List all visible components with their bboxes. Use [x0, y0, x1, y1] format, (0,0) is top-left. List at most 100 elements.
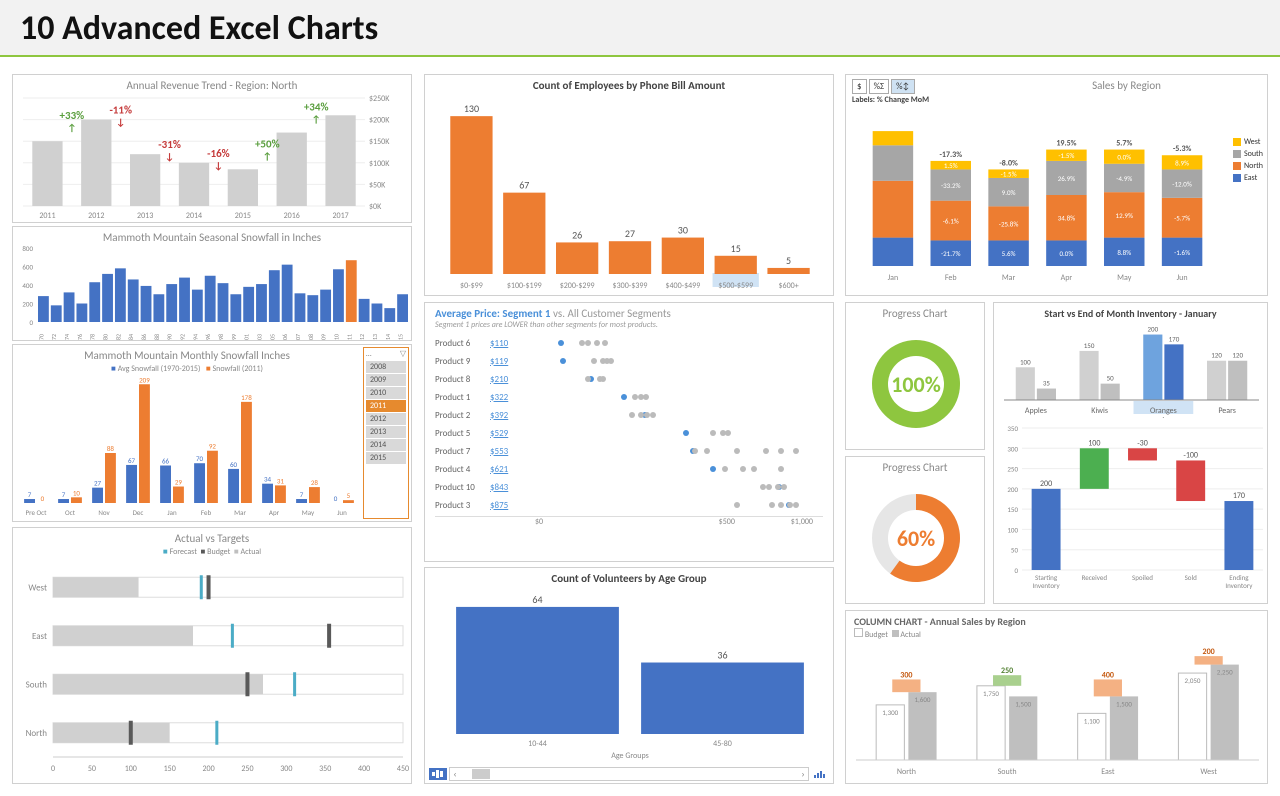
- segment-value[interactable]: $875: [490, 500, 525, 511]
- svg-text:36: 36: [717, 649, 727, 662]
- chart-contract-icon[interactable]: [429, 768, 447, 780]
- svg-text:9.0%: 9.0%: [1002, 188, 1016, 197]
- svg-text:-30: -30: [1137, 438, 1148, 448]
- svg-text:150: 150: [1007, 505, 1018, 514]
- svg-text:1994: 1994: [191, 334, 199, 341]
- svg-text:8.9%: 8.9%: [1175, 158, 1189, 167]
- chart-title: Mammoth Mountain Monthly Snowfall Inches: [13, 349, 361, 362]
- svg-text:45-80: 45-80: [713, 739, 732, 749]
- svg-text:Sold: Sold: [1185, 573, 1198, 582]
- svg-text:Dec: Dec: [133, 508, 144, 517]
- svg-text:$0K: $0K: [369, 202, 382, 212]
- chart-expand-icon[interactable]: [811, 768, 829, 780]
- svg-text:Oct: Oct: [65, 508, 76, 517]
- svg-text:100: 100: [1088, 438, 1100, 448]
- svg-text:Jan: Jan: [167, 508, 177, 517]
- svg-text:250: 250: [1007, 465, 1018, 474]
- svg-text:1996: 1996: [204, 334, 212, 341]
- svg-text:North: North: [26, 728, 48, 739]
- chart-revenue: Annual Revenue Trend - Region: North $0K…: [12, 74, 412, 223]
- segment-value[interactable]: $621: [490, 464, 525, 475]
- svg-text:Apr: Apr: [1061, 273, 1073, 283]
- toggle-dollar[interactable]: $: [852, 79, 867, 94]
- svg-text:100%: 100%: [891, 371, 941, 398]
- slicer-more-icon[interactable]: …: [366, 349, 372, 359]
- svg-text:1,750: 1,750: [983, 689, 999, 698]
- slicer-item-2008[interactable]: 2008: [366, 361, 406, 373]
- svg-text:-25.8%: -25.8%: [999, 219, 1019, 228]
- svg-text:2,250: 2,250: [1217, 668, 1233, 677]
- svg-text:400: 400: [358, 764, 370, 774]
- slicer-item-2011[interactable]: 2011: [366, 400, 406, 412]
- segment-value[interactable]: $843: [490, 482, 525, 493]
- svg-text:↓: ↓: [165, 150, 174, 163]
- svg-text:-8.0%: -8.0%: [999, 158, 1018, 168]
- svg-text:Jan: Jan: [888, 273, 899, 283]
- svg-text:7: 7: [62, 490, 66, 499]
- chart-annual-sales: COLUMN CHART - Annual Sales by Region Bu…: [845, 610, 1268, 784]
- toggle-pct-change[interactable]: %↕: [891, 79, 914, 94]
- svg-text:-1.5%: -1.5%: [1058, 151, 1074, 160]
- segment-value[interactable]: $553: [490, 446, 525, 457]
- svg-text:1998: 1998: [217, 334, 225, 341]
- svg-text:-33.2%: -33.2%: [941, 181, 961, 190]
- svg-text:2005: 2005: [268, 334, 276, 341]
- segment-row: Product 7$553: [435, 442, 823, 460]
- svg-text:$50K: $50K: [369, 180, 386, 190]
- chart-title: Mammoth Mountain Seasonal Snowfall in In…: [13, 231, 411, 244]
- slicer-item-2010[interactable]: 2010: [366, 387, 406, 399]
- svg-text:29: 29: [175, 478, 183, 487]
- slicer-item-2009[interactable]: 2009: [366, 374, 406, 386]
- segment-value[interactable]: $110: [490, 338, 525, 349]
- svg-text:$200K: $200K: [369, 116, 390, 126]
- scroll-right-icon[interactable]: ›: [798, 769, 808, 780]
- chart-scroll[interactable]: ‹›: [429, 767, 829, 781]
- segment-value[interactable]: $119: [490, 356, 525, 367]
- svg-text:27: 27: [625, 227, 635, 240]
- svg-text:$150K: $150K: [369, 137, 390, 147]
- svg-text:1970: 1970: [37, 334, 45, 341]
- svg-text:$400-$499: $400-$499: [665, 281, 700, 291]
- svg-text:1986: 1986: [140, 334, 148, 341]
- segment-value[interactable]: $322: [490, 392, 525, 403]
- svg-text:5.6%: 5.6%: [1002, 249, 1016, 258]
- slicer-item-2012[interactable]: 2012: [366, 413, 406, 425]
- segment-row: Product 2$392: [435, 406, 823, 424]
- svg-text:209: 209: [139, 375, 150, 384]
- slicer-item-2014[interactable]: 2014: [366, 439, 406, 451]
- svg-text:26.9%: 26.9%: [1058, 174, 1075, 183]
- chart-sales-region: $ %Σ %↕ Labels: % Change MoM Sales by Re…: [845, 74, 1268, 296]
- svg-text:2007: 2007: [294, 334, 302, 341]
- svg-text:2011: 2011: [345, 334, 353, 341]
- svg-text:66: 66: [162, 457, 170, 466]
- svg-text:1990: 1990: [166, 334, 174, 341]
- scroll-thumb[interactable]: [472, 769, 490, 779]
- svg-text:7: 7: [300, 490, 304, 499]
- svg-text:-4.9%: -4.9%: [1116, 174, 1132, 183]
- svg-text:200: 200: [1040, 479, 1052, 489]
- svg-text:5.7%: 5.7%: [1116, 139, 1132, 149]
- toggle-group[interactable]: $ %Σ %↕: [852, 79, 915, 94]
- svg-text:East: East: [1101, 767, 1115, 777]
- year-slicer[interactable]: … ▽ 20082009201020112012201320142015: [363, 347, 409, 519]
- slicer-filter-icon[interactable]: ▽: [400, 349, 406, 359]
- svg-text:1976: 1976: [76, 334, 84, 341]
- segment-value[interactable]: $210: [490, 374, 525, 385]
- segment-value[interactable]: $529: [490, 428, 525, 439]
- chart-seasonal: Mammoth Mountain Seasonal Snowfall in In…: [12, 226, 412, 341]
- slicer-item-2015[interactable]: 2015: [366, 452, 406, 464]
- svg-text:30: 30: [678, 224, 688, 237]
- svg-text:Jun: Jun: [337, 508, 347, 517]
- segment-value[interactable]: $392: [490, 410, 525, 421]
- toggle-pct-sum[interactable]: %Σ: [869, 79, 890, 94]
- chart-legend: ■ Forecast ■ Budget ■ Actual: [13, 547, 411, 557]
- svg-text:92: 92: [209, 442, 217, 451]
- svg-text:150: 150: [164, 764, 176, 774]
- svg-text:67: 67: [519, 179, 529, 192]
- svg-text:1988: 1988: [153, 334, 161, 341]
- slicer-item-2013[interactable]: 2013: [366, 426, 406, 438]
- svg-text:350: 350: [1007, 424, 1018, 433]
- scroll-left-icon[interactable]: ‹: [450, 769, 460, 780]
- chart-monthly: Mammoth Mountain Monthly Snowfall Inches…: [12, 344, 412, 522]
- chart-legend: West South North East: [1233, 135, 1263, 185]
